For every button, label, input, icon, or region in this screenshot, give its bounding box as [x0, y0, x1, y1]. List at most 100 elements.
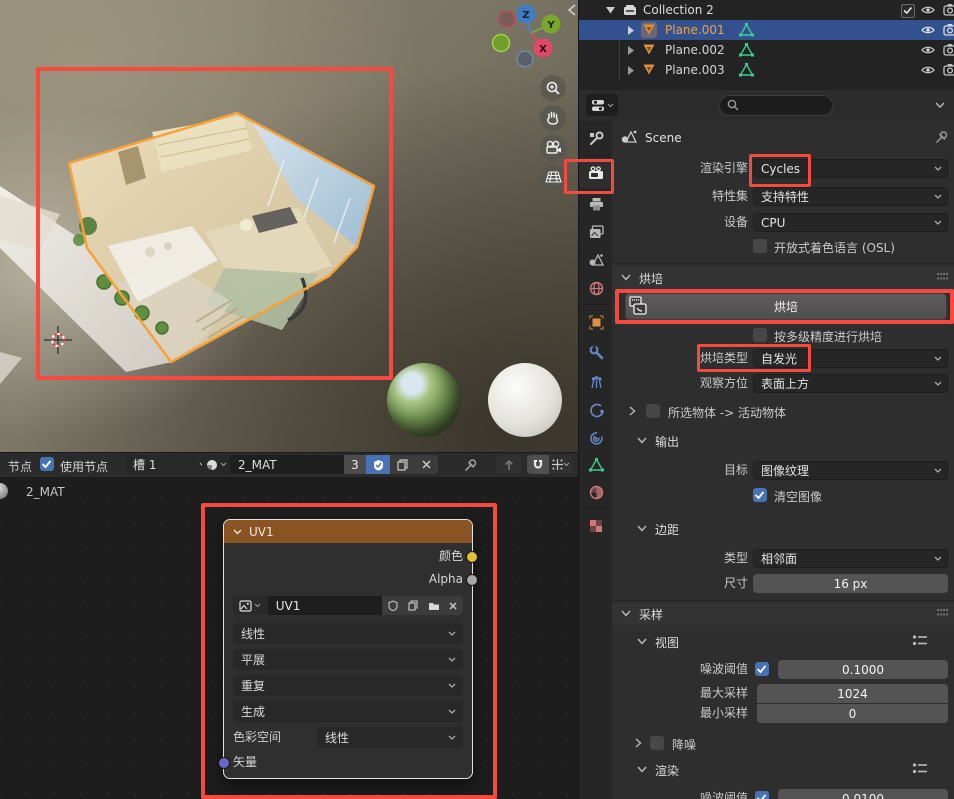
white-preview-sphere[interactable] [488, 363, 562, 437]
target-dropdown[interactable]: 图像纹理 [753, 461, 948, 480]
outliner-row-collection[interactable]: Collection 2 [579, 0, 954, 20]
tab-output-properties[interactable] [579, 190, 613, 218]
collection-exclude-checkbox[interactable] [901, 4, 915, 18]
image-open-button[interactable] [423, 596, 443, 615]
outliner-row-plane003[interactable]: Plane.003 [579, 60, 954, 80]
render-noise-threshold-checkbox[interactable] [755, 791, 769, 799]
tab-scene-properties[interactable] [579, 246, 613, 274]
noise-threshold-checkbox[interactable] [755, 662, 769, 676]
margin-panel-header[interactable]: 边距 [655, 521, 679, 538]
object-label[interactable]: Plane.002 [665, 43, 725, 57]
material-slot-dropdown[interactable]: 槽 1 [125, 455, 213, 474]
drag-handle-icon[interactable] [936, 608, 949, 617]
min-samples-field[interactable]: 0 [757, 704, 948, 723]
camera-visibility-icon[interactable] [943, 43, 954, 56]
perspective-toggle-button[interactable] [540, 165, 566, 191]
tab-physics-properties[interactable] [579, 396, 613, 424]
tab-constraint-properties[interactable] [579, 424, 613, 452]
pin-icon[interactable] [463, 458, 478, 473]
bake-button[interactable]: 烘培 [625, 293, 947, 320]
max-samples-field[interactable]: 1024 [757, 684, 948, 703]
search-input[interactable] [719, 95, 833, 116]
disclosure-down-icon[interactable] [606, 7, 615, 14]
render-sampling-header[interactable]: 渲染 [655, 762, 679, 779]
margin-type-dropdown[interactable]: 相邻面 [753, 549, 948, 568]
tab-world-properties[interactable] [579, 274, 613, 302]
eye-icon[interactable] [921, 44, 935, 56]
go-parent-node-tree-button[interactable] [496, 455, 522, 474]
panel-chevron-down-icon[interactable] [621, 610, 631, 617]
snap-target-dropdown[interactable] [549, 455, 573, 474]
image-fake-user-button[interactable] [382, 596, 403, 615]
camera-visibility-icon[interactable] [943, 23, 954, 36]
tab-material-properties[interactable] [579, 478, 613, 506]
fake-user-button[interactable] [366, 455, 390, 474]
panel-chevron-down-icon[interactable] [637, 766, 647, 773]
viewport-3d[interactable]: Z Y X [0, 0, 578, 452]
pin-icon[interactable] [934, 130, 949, 145]
projection-dropdown[interactable]: 平展 [233, 649, 463, 670]
disclosure-right-icon[interactable] [629, 406, 636, 416]
preset-icon[interactable] [912, 634, 928, 647]
bake-panel-header[interactable]: 烘培 [639, 270, 663, 287]
disclosure-right-icon[interactable] [628, 26, 634, 35]
extension-dropdown[interactable]: 重复 [233, 675, 463, 696]
image-name-field[interactable]: UV1 [268, 596, 382, 615]
color-output-socket[interactable] [466, 551, 478, 563]
panel-chevron-down-icon[interactable] [637, 437, 647, 444]
multires-bake-checkbox[interactable] [753, 328, 767, 342]
hdri-preview-sphere[interactable] [387, 363, 461, 437]
camera-visibility-icon[interactable] [943, 3, 954, 16]
pan-tool-button[interactable] [540, 105, 566, 131]
selected-to-active-checkbox[interactable] [646, 404, 660, 418]
tab-object-data-properties[interactable] [579, 451, 613, 479]
navigation-gizmo[interactable]: Z Y X [493, 5, 561, 68]
device-dropdown[interactable]: CPU [753, 213, 948, 232]
panel-chevron-down-icon[interactable] [637, 525, 647, 532]
clear-image-checkbox[interactable] [753, 488, 767, 502]
camera-visibility-icon[interactable] [943, 63, 954, 76]
alpha-output-socket[interactable] [466, 574, 478, 586]
output-panel-header[interactable]: 输出 [655, 433, 679, 450]
filter-chevron-icon[interactable] [935, 102, 945, 108]
image-browse-button[interactable] [233, 596, 268, 615]
view-from-dropdown[interactable]: 表面上方 [753, 374, 948, 393]
eye-icon[interactable] [921, 64, 935, 76]
interpolation-dropdown[interactable]: 线性 [233, 623, 463, 644]
source-dropdown[interactable]: 生成 [233, 701, 463, 722]
node-header[interactable]: UV1 [224, 520, 472, 543]
zoom-tool-button[interactable] [540, 75, 566, 101]
unlink-material-button[interactable] [414, 455, 438, 474]
render-engine-dropdown[interactable]: Cycles [753, 159, 948, 178]
osl-checkbox[interactable] [753, 239, 767, 253]
material-name-field[interactable]: 2_MAT [230, 455, 344, 474]
object-label[interactable]: Plane.001 [665, 23, 725, 37]
drag-handle-icon[interactable] [936, 272, 949, 281]
viewport-sampling-header[interactable]: 视图 [655, 634, 679, 651]
material-users-count[interactable]: 3 [344, 455, 366, 474]
copy-material-button[interactable] [390, 455, 414, 474]
disclosure-right-icon[interactable] [635, 738, 642, 748]
render-noise-threshold-field[interactable]: 0.0100 [778, 789, 948, 799]
eye-icon[interactable] [921, 24, 935, 36]
sampling-panel-header[interactable]: 采样 [639, 606, 663, 623]
tab-modifier-properties[interactable] [579, 338, 613, 366]
tab-texture-properties[interactable] [579, 512, 613, 540]
breadcrumb[interactable]: Scene [645, 131, 682, 145]
camera-view-button[interactable] [540, 135, 566, 161]
tab-object-properties[interactable] [579, 308, 613, 336]
preset-icon[interactable] [912, 762, 928, 775]
object-label[interactable]: Plane.003 [665, 63, 725, 77]
image-copy-button[interactable] [403, 596, 423, 615]
editor-type-button[interactable] [586, 94, 618, 116]
tab-tool[interactable] [579, 124, 613, 152]
bake-type-dropdown[interactable]: 自发光 [753, 349, 948, 368]
outliner-row-plane002[interactable]: Plane.002 [579, 40, 954, 60]
node-editor-canvas[interactable]: 2_MAT UV1 颜色 Alpha [0, 477, 578, 799]
image-unlink-button[interactable] [444, 596, 463, 615]
noise-threshold-field[interactable]: 0.1000 [778, 660, 948, 679]
image-texture-node[interactable]: UV1 颜色 Alpha UV1 [223, 519, 473, 779]
panel-chevron-down-icon[interactable] [621, 274, 631, 281]
tab-view-layer-properties[interactable] [579, 218, 613, 246]
eye-icon[interactable] [921, 4, 935, 16]
